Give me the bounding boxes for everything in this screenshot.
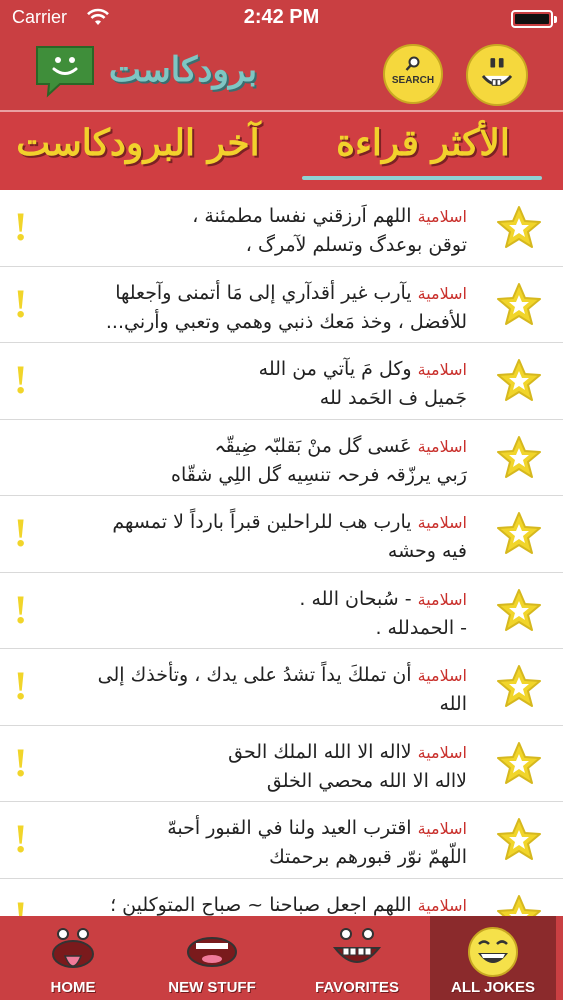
search-button[interactable]: SEARCH bbox=[383, 44, 443, 104]
report-icon[interactable]: ! bbox=[14, 281, 27, 327]
report-icon[interactable]: ! bbox=[14, 587, 27, 633]
smiley-button[interactable] bbox=[466, 44, 528, 106]
tab-new-stuff[interactable]: NEW STUFF bbox=[152, 916, 272, 1000]
tab-new-stuff-label: NEW STUFF bbox=[168, 979, 256, 996]
selected-tab-indicator bbox=[302, 176, 542, 180]
favorite-star-icon[interactable] bbox=[495, 587, 543, 635]
message-text: اسلامية اللهم اَرزقني نفسا مطمئنة ، توقن … bbox=[192, 205, 467, 256]
battery-icon bbox=[511, 10, 557, 28]
tab-favorites[interactable]: FAVORITES bbox=[292, 916, 422, 1000]
tab-latest-broadcast[interactable]: آخر البرودكاست bbox=[8, 112, 268, 184]
message-text: اسلامية اللهم اجعل صباحنا ~ صباح المتوكل… bbox=[110, 893, 467, 916]
report-icon[interactable]: ! bbox=[14, 510, 27, 556]
message-list[interactable]: ! اسلامية اللهم اَرزقني نفسا مطمئنة ، توق… bbox=[0, 190, 563, 916]
search-label: SEARCH bbox=[391, 75, 435, 86]
tab-most-read[interactable]: الأكثر قراءة bbox=[300, 112, 546, 184]
tab-favorites-label: FAVORITES bbox=[315, 979, 399, 996]
segment-tabs: آخر البرودكاست الأكثر قراءة bbox=[0, 110, 563, 190]
mouth-icon bbox=[187, 937, 237, 967]
category-label: اسلامية bbox=[417, 207, 467, 226]
status-bar: Carrier 2:42 PM bbox=[0, 0, 563, 36]
category-label: اسلامية bbox=[417, 589, 467, 609]
tab-all-jokes-label: ALL JOKES bbox=[451, 979, 535, 996]
list-item[interactable]: ! اسلامية أن تملكَ يداً تشدُ على يدك ، و… bbox=[0, 649, 563, 726]
search-icon bbox=[405, 56, 420, 71]
category-label: اسلامية bbox=[417, 666, 467, 685]
category-label: اسلامية bbox=[417, 895, 467, 915]
category-label: اسلامية bbox=[417, 360, 467, 379]
status-time: 2:42 PM bbox=[243, 6, 320, 28]
list-item[interactable]: ! اسلامية - سُبحان الله .- الحمدلله . bbox=[0, 572, 563, 649]
list-item[interactable]: ! اسلامية اللهم اجعل صباحنا ~ صباح المتو… bbox=[0, 878, 563, 917]
list-item[interactable]: ! اسلامية عَسى گل منْ بَقلبّہ ضِيقّہرَبي… bbox=[0, 419, 563, 496]
favorite-star-icon[interactable] bbox=[495, 740, 543, 788]
report-icon[interactable]: ! bbox=[14, 663, 27, 709]
favorite-star-icon[interactable] bbox=[495, 434, 543, 482]
list-item[interactable]: ! اسلامية يارب هب للراحلين قبراً بارداً … bbox=[0, 496, 563, 573]
tab-all-jokes[interactable]: ALL JOKES bbox=[430, 916, 556, 1000]
category-label: اسلامية bbox=[417, 436, 467, 456]
app-title: برودكاست bbox=[108, 50, 258, 90]
tongue-face-icon bbox=[52, 928, 94, 968]
report-icon[interactable]: ! bbox=[14, 740, 27, 786]
list-item[interactable]: ! اسلامية وكل مَ يآتي من الله جَميل ف الح… bbox=[0, 343, 563, 420]
list-item[interactable]: ! اسلامية اللهم اَرزقني نفسا مطمئنة ، توق… bbox=[0, 190, 563, 267]
list-item[interactable]: ! اسلامية لااله الا الله الملك الحق لااله… bbox=[0, 725, 563, 802]
message-text: اسلامية يارب هب للراحلين قبراً بارداً لا… bbox=[112, 511, 467, 562]
laughing-smiley-icon bbox=[468, 927, 518, 977]
message-text: اسلامية يآرب غير أقدآري إلى مَا أتمنى وآ… bbox=[105, 281, 467, 333]
category-label: اسلامية bbox=[417, 742, 467, 762]
favorite-star-icon[interactable] bbox=[495, 204, 543, 252]
message-text: اسلامية عَسى گل منْ بَقلبّہ ضِيقّہ رَبي ي… bbox=[171, 434, 467, 486]
favorite-star-icon[interactable] bbox=[495, 510, 543, 558]
tab-home[interactable]: HOME bbox=[18, 916, 128, 1000]
report-icon[interactable]: ! bbox=[14, 357, 27, 403]
category-label: اسلامية bbox=[417, 513, 467, 532]
favorite-star-icon[interactable] bbox=[495, 893, 543, 917]
tab-home-label: HOME bbox=[50, 979, 96, 996]
list-item[interactable]: ! اسلامية يآرب غير أقدآري إلى مَا أتمنى … bbox=[0, 266, 563, 343]
message-text: اسلامية اقترب العيد ولنا في القبور أحبهّ… bbox=[167, 817, 467, 868]
category-label: اسلامية bbox=[417, 283, 467, 303]
message-text: اسلامية لااله الا الله الملك الحق لااله ا… bbox=[228, 740, 467, 792]
report-icon[interactable]: ! bbox=[14, 893, 27, 917]
favorite-star-icon[interactable] bbox=[495, 357, 543, 405]
toothy-face-icon bbox=[332, 928, 382, 963]
smiley-face-icon bbox=[481, 58, 513, 86]
list-item[interactable]: ! اسلامية اقترب العيد ولنا في القبور أحب… bbox=[0, 802, 563, 879]
app-header: برودكاست SEARCH bbox=[0, 36, 563, 110]
category-label: اسلامية bbox=[417, 819, 467, 838]
message-text: اسلامية وكل مَ يآتي من الله جَميل ف الحَم… bbox=[258, 358, 467, 409]
message-text: اسلامية - سُبحان الله .- الحمدلله . bbox=[299, 587, 467, 639]
favorite-star-icon[interactable] bbox=[495, 281, 543, 329]
report-icon[interactable]: ! bbox=[14, 816, 27, 862]
message-text: اسلامية أن تملكَ يداً تشدُ على يدك ، وتأ… bbox=[97, 664, 467, 715]
favorite-star-icon[interactable] bbox=[495, 663, 543, 711]
favorite-star-icon[interactable] bbox=[495, 816, 543, 864]
report-icon[interactable]: ! bbox=[14, 204, 27, 250]
bottom-tab-bar: HOME NEW STUFF FAVORITES ALL JOKES bbox=[0, 916, 563, 1000]
chat-smiley-icon[interactable] bbox=[34, 44, 96, 98]
